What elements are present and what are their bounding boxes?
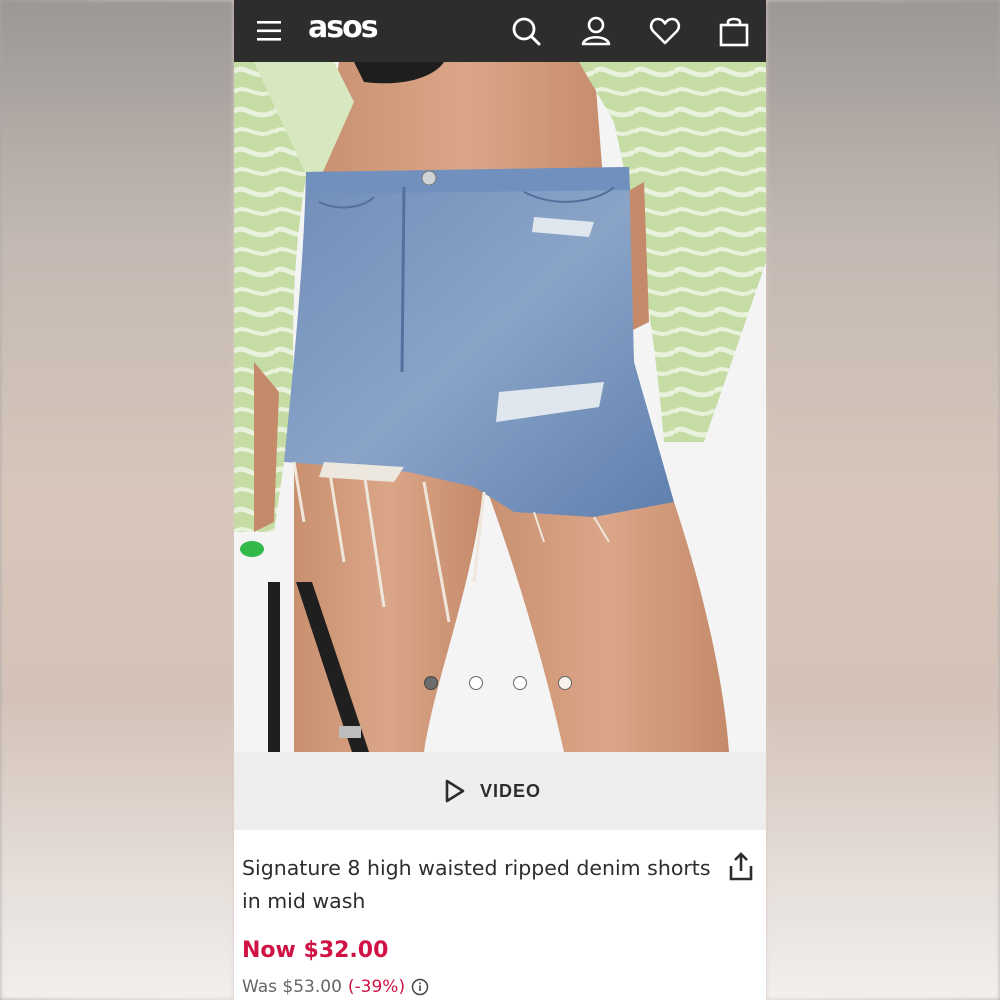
heart-icon[interactable] bbox=[648, 14, 682, 48]
discount-badge: (-39%) bbox=[347, 977, 406, 997]
was-price-label: Was $53.00 bbox=[242, 977, 342, 997]
blurred-background-right bbox=[766, 0, 1000, 1000]
video-label: VIDEO bbox=[480, 780, 542, 801]
current-price: Now $32.00 bbox=[242, 938, 389, 963]
product-image-carousel[interactable] bbox=[234, 62, 766, 752]
top-nav-bar: asos bbox=[234, 0, 766, 62]
mobile-screen: asos VIDEO Signature 8 high waisted ripp… bbox=[234, 0, 766, 1000]
carousel-pagination bbox=[234, 676, 766, 694]
video-bar: VIDEO bbox=[234, 752, 766, 830]
info-icon[interactable] bbox=[411, 978, 429, 996]
previous-price: Was $53.00 (-39%) bbox=[242, 977, 429, 997]
carousel-dot-2[interactable] bbox=[469, 676, 483, 690]
product-photo bbox=[234, 62, 766, 752]
search-icon[interactable] bbox=[509, 14, 543, 48]
product-title: Signature 8 high waisted ripped denim sh… bbox=[242, 856, 711, 913]
carousel-dot-4[interactable] bbox=[558, 676, 572, 690]
share-icon[interactable] bbox=[728, 852, 754, 882]
play-icon bbox=[445, 779, 465, 803]
menu-icon[interactable] bbox=[252, 14, 286, 48]
blurred-background-left bbox=[0, 0, 234, 1000]
bag-icon[interactable] bbox=[717, 14, 751, 48]
video-button[interactable]: VIDEO bbox=[444, 776, 541, 806]
carousel-dot-1[interactable] bbox=[424, 676, 438, 690]
brand-logo[interactable]: asos bbox=[308, 10, 379, 45]
carousel-dot-3[interactable] bbox=[513, 676, 527, 690]
account-icon[interactable] bbox=[579, 14, 613, 48]
